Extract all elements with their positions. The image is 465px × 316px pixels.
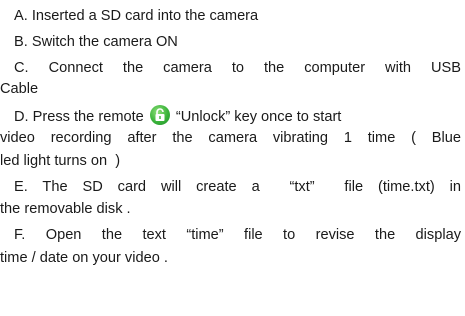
step-e-line-1: E. The SD card will create a “txt” file … bbox=[14, 179, 461, 195]
step-c-line-2: Cable bbox=[0, 81, 39, 97]
step-c-line-1: C. Connect the camera to the computer wi… bbox=[14, 60, 461, 76]
step-d-suffix: “Unlock” key once to start bbox=[175, 109, 342, 125]
step-d-line-1: D. Press the remote “Unlock” key once to… bbox=[0, 105, 465, 126]
unlock-key-icon bbox=[149, 105, 170, 125]
step-d-prefix: D. Press the remote bbox=[14, 109, 144, 125]
step-d-line-3: led light turns on ) bbox=[0, 153, 121, 169]
instruction-document: A. Inserted a SD card into the camera B.… bbox=[0, 0, 465, 316]
step-b-text: B. Switch the camera ON bbox=[14, 34, 178, 50]
step-a-text: A. Inserted a SD card into the camera bbox=[14, 8, 259, 24]
step-f-line-2: time / date on your video . bbox=[0, 250, 168, 266]
step-f-line-1: F. Open the text “time” file to revise t… bbox=[14, 227, 461, 243]
step-e-line-2: the removable disk . bbox=[0, 201, 131, 217]
step-d-line-2: video recording after the camera vibrati… bbox=[0, 130, 461, 146]
